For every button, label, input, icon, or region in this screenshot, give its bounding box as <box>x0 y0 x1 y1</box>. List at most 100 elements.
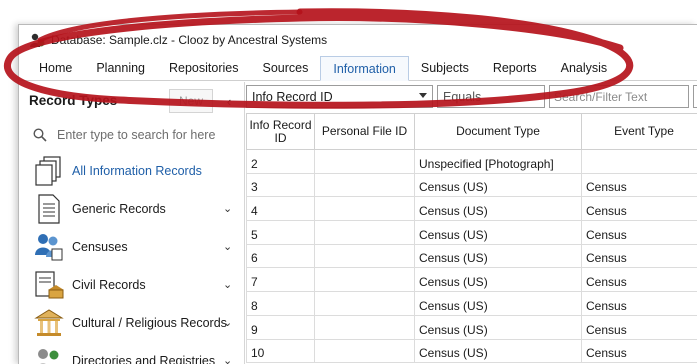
chevron-down-icon[interactable]: ⌄ <box>223 240 232 253</box>
record-type-generic[interactable]: Generic Records ⌄ <box>19 190 244 228</box>
cell-id: 4 <box>246 196 315 222</box>
cell-document-type: Census (US) <box>414 196 582 222</box>
column-header-personal-file-id[interactable]: Personal File ID <box>314 113 415 150</box>
stacked-pages-icon <box>34 156 64 186</box>
cell-document-type: Census (US) <box>414 291 582 316</box>
people-directory-icon <box>34 346 64 364</box>
record-type-label: Directories and Registries <box>72 354 216 364</box>
chevron-down-icon[interactable]: ⌄ <box>223 354 232 364</box>
cell-event-type: Census <box>581 243 697 269</box>
temple-icon <box>34 308 64 338</box>
table-row[interactable]: 4 Census (US) Census <box>246 196 697 222</box>
cell-personal-file-id <box>314 220 415 245</box>
cell-personal-file-id <box>314 267 415 293</box>
cell-document-type: Unspecified [Photograph] <box>414 149 582 174</box>
cell-id: 10 <box>246 338 315 364</box>
table-row[interactable]: 7 Census (US) Census <box>246 267 697 293</box>
tab-home[interactable]: Home <box>27 56 84 80</box>
table-row[interactable]: 8 Census (US) Census <box>246 291 697 316</box>
cell-event-type: Census <box>581 196 697 222</box>
tab-subjects[interactable]: Subjects <box>409 56 481 80</box>
civil-building-icon <box>34 270 64 300</box>
cell-event-type <box>581 149 697 174</box>
table-row[interactable]: 9 Census (US) Census <box>246 314 697 340</box>
cell-id: 8 <box>246 291 315 316</box>
cell-id: 7 <box>246 267 315 293</box>
tab-repositories[interactable]: Repositories <box>157 56 250 80</box>
table-row[interactable]: 6 Census (US) Census <box>246 243 697 269</box>
column-header-info-record-id[interactable]: Info Record ID <box>246 113 315 150</box>
tab-information[interactable]: Information <box>320 56 409 81</box>
table-row[interactable]: 5 Census (US) Census <box>246 220 697 245</box>
cell-event-type: Census <box>581 314 697 340</box>
record-type-label: Cultural / Religious Records <box>72 316 227 330</box>
record-type-label: All Information Records <box>72 164 202 178</box>
cell-event-type: Census <box>581 267 697 293</box>
app-window: Database: Sample.clz - Clooz by Ancestra… <box>18 24 697 364</box>
filter-bar: Info Record ID Equals Search/Filter Text <box>246 85 697 111</box>
dropdown-arrow-icon <box>419 93 427 98</box>
column-header-event-type[interactable]: Event Type <box>581 113 697 150</box>
record-type-label: Generic Records <box>72 202 166 216</box>
cell-id: 5 <box>246 220 315 245</box>
cell-event-type: Census <box>581 220 697 245</box>
filter-operator-value: Equals <box>443 89 482 104</box>
title-bar: Database: Sample.clz - Clooz by Ancestra… <box>19 25 697 55</box>
cell-document-type: Census (US) <box>414 220 582 245</box>
record-types-header: Record Types New ‹ <box>19 82 244 118</box>
document-icon <box>34 194 64 224</box>
filter-text-input[interactable]: Search/Filter Text <box>549 85 689 108</box>
record-type-all[interactable]: All Information Records <box>19 152 244 190</box>
window-title: Database: Sample.clz - Clooz by Ancestra… <box>51 33 328 47</box>
filter-go-button[interactable] <box>693 85 697 108</box>
cell-document-type: Census (US) <box>414 267 582 293</box>
cell-document-type: Census (US) <box>414 172 582 198</box>
tab-reports[interactable]: Reports <box>481 56 549 80</box>
menu-tabs: Home Planning Repositories Sources Infor… <box>19 56 697 81</box>
table-header-row: Info Record ID Personal File ID Document… <box>246 113 697 150</box>
cell-id: 6 <box>246 243 315 269</box>
filter-field-value: Info Record ID <box>252 89 333 104</box>
tab-planning[interactable]: Planning <box>84 56 157 80</box>
tab-analysis[interactable]: Analysis <box>549 56 620 80</box>
chevron-down-icon[interactable]: ⌄ <box>223 278 232 291</box>
record-type-search[interactable]: Enter type to search for here <box>19 118 244 152</box>
search-placeholder: Enter type to search for here <box>57 128 216 142</box>
search-icon <box>33 128 47 142</box>
table-row[interactable]: 10 Census (US) Census <box>246 338 697 364</box>
record-types-pane: Record Types New ‹ Enter type to search … <box>19 82 245 364</box>
cell-document-type: Census (US) <box>414 338 582 364</box>
cell-document-type: Census (US) <box>414 314 582 340</box>
information-grid: Info Record ID Personal File ID Document… <box>246 113 697 364</box>
tab-sources[interactable]: Sources <box>250 56 320 80</box>
cell-id: 3 <box>246 172 315 198</box>
record-type-civil[interactable]: Civil Records ⌄ <box>19 266 244 304</box>
cell-personal-file-id <box>314 196 415 222</box>
record-type-cultural[interactable]: Cultural / Religious Records ⌄ <box>19 304 244 342</box>
cell-event-type: Census <box>581 291 697 316</box>
filter-field-select[interactable]: Info Record ID <box>246 85 433 108</box>
filter-operator-select[interactable]: Equals <box>437 85 545 108</box>
records-table: Info Record ID Personal File ID Document… <box>246 113 697 364</box>
record-type-censuses[interactable]: Censuses ⌄ <box>19 228 244 266</box>
record-types-title: Record Types <box>29 92 118 108</box>
record-type-label: Censuses <box>72 240 128 254</box>
column-header-document-type[interactable]: Document Type <box>414 113 582 150</box>
cell-event-type: Census <box>581 338 697 364</box>
cell-id: 9 <box>246 314 315 340</box>
cell-personal-file-id <box>314 172 415 198</box>
cell-document-type: Census (US) <box>414 243 582 269</box>
chevron-down-icon[interactable]: ⌄ <box>223 202 232 215</box>
app-logo-icon <box>30 33 45 47</box>
table-row[interactable]: 2 Unspecified [Photograph] <box>246 149 697 174</box>
chevron-down-icon[interactable]: ⌄ <box>223 316 232 329</box>
cell-event-type: Census <box>581 172 697 198</box>
cell-personal-file-id <box>314 149 415 174</box>
cell-personal-file-id <box>314 243 415 269</box>
new-button[interactable]: New <box>169 89 213 113</box>
table-row[interactable]: 3 Census (US) Census <box>246 172 697 198</box>
record-type-directories[interactable]: Directories and Registries ⌄ <box>19 342 244 364</box>
collapse-pane-button[interactable]: ‹ <box>222 91 236 111</box>
cell-personal-file-id <box>314 338 415 364</box>
cell-id: 2 <box>246 149 315 174</box>
